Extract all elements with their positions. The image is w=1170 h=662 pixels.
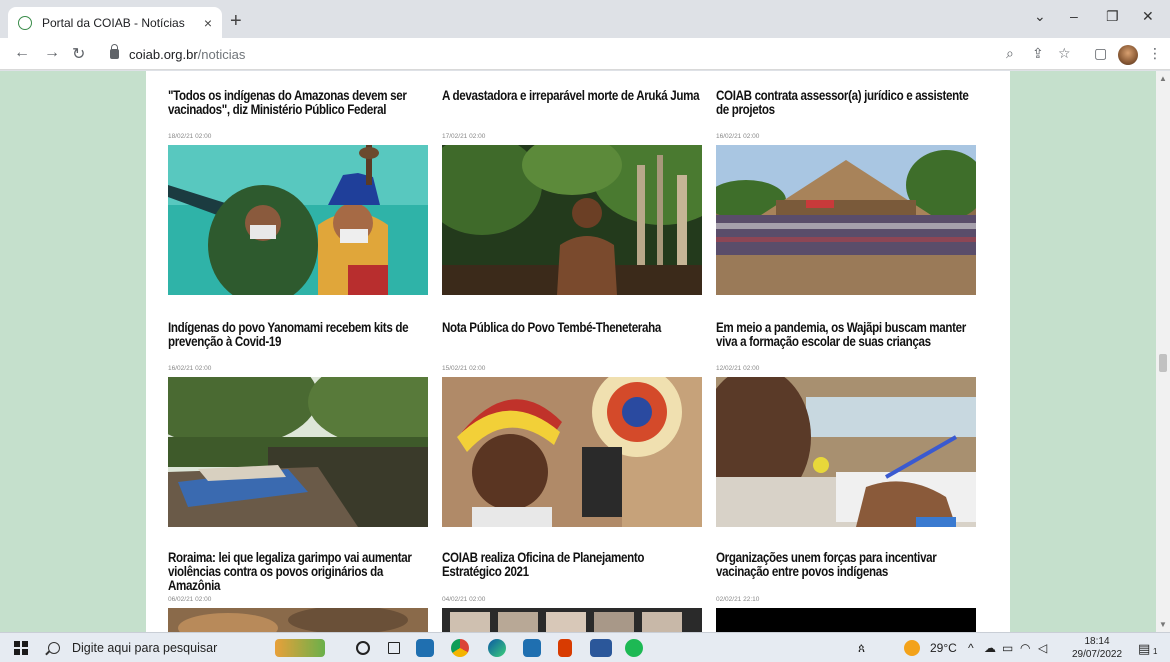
news-image-vaccination[interactable]: [168, 145, 428, 295]
news-title[interactable]: Em meio a pandemia, os Wajãpi buscam man…: [716, 321, 974, 349]
news-title[interactable]: COIAB contrata assessor(a) jurídico e as…: [716, 89, 974, 117]
news-date: 02/02/21 22:10: [716, 596, 760, 603]
tab-title: Portal da COIAB - Notícias: [42, 15, 185, 30]
site-favicon-icon: [18, 15, 32, 30]
tab-coiab[interactable]: Portal da COIAB - Notícias ×: [8, 7, 222, 38]
news-card[interactable]: Indígenas do povo Yanomami recebem kits …: [168, 321, 428, 527]
share-icon[interactable]: ⇪: [1032, 45, 1044, 62]
scroll-up-icon[interactable]: ▲: [1159, 74, 1167, 83]
news-title[interactable]: Roraima: lei que legaliza garimpo vai au…: [168, 551, 426, 593]
notification-count: 1: [1153, 647, 1158, 656]
news-card[interactable]: Nota Pública do Povo Tembé-Theneteraha 1…: [442, 321, 702, 527]
tab-close-icon[interactable]: ×: [204, 15, 212, 31]
edge-icon[interactable]: [488, 639, 506, 657]
news-date: 15/02/21 02:00: [442, 365, 486, 372]
scroll-down-icon[interactable]: ▼: [1159, 620, 1167, 629]
back-icon[interactable]: ←: [14, 44, 30, 62]
new-tab-button[interactable]: +: [230, 10, 242, 33]
news-card[interactable]: "Todos os indígenas do Amazonas devem se…: [168, 89, 428, 295]
show-hidden-icons-icon[interactable]: ^: [968, 641, 974, 655]
news-card[interactable]: COIAB contrata assessor(a) jurídico e as…: [716, 89, 976, 295]
cortana-icon[interactable]: [356, 641, 370, 655]
office-icon[interactable]: [558, 639, 572, 657]
news-card[interactable]: COIAB realiza Oficina de Planejamento Es…: [442, 551, 702, 632]
news-date: 12/02/21 02:00: [716, 365, 760, 372]
news-image-mining[interactable]: [168, 608, 428, 632]
tab-strip: Portal da COIAB - Notícias × + ⌄ – ❐ ✕: [0, 0, 1170, 38]
news-image-tembe-portrait[interactable]: [442, 377, 702, 527]
word-icon[interactable]: [590, 639, 612, 657]
taskbar-clock[interactable]: 18:14 29/07/2022: [1070, 635, 1124, 661]
volume-icon[interactable]: ◁: [1038, 641, 1047, 655]
news-image-forest-man[interactable]: [442, 145, 702, 295]
spotify-icon[interactable]: [625, 639, 643, 657]
cloud-icon[interactable]: ☁: [984, 641, 996, 655]
news-image-black[interactable]: [716, 608, 976, 632]
url-host: coiab.org.br: [129, 46, 198, 62]
news-title[interactable]: COIAB realiza Oficina de Planejamento Es…: [442, 551, 700, 579]
profile-avatar[interactable]: [1118, 45, 1138, 65]
news-card[interactable]: A devastadora e irreparável morte de Aru…: [442, 89, 702, 295]
task-view-icon[interactable]: [388, 642, 400, 654]
news-date: 04/02/21 02:00: [442, 596, 486, 603]
news-title[interactable]: Indígenas do povo Yanomami recebem kits …: [168, 321, 426, 349]
file-explorer-icon[interactable]: [416, 639, 434, 657]
tab-search-icon[interactable]: ⌄: [1034, 8, 1046, 25]
news-title[interactable]: "Todos os indígenas do Amazonas devem se…: [168, 89, 426, 117]
news-card[interactable]: Roraima: lei que legaliza garimpo vai au…: [168, 551, 428, 632]
battery-icon[interactable]: ▭: [1002, 641, 1013, 655]
menu-kebab-icon[interactable]: ⋮: [1148, 45, 1162, 62]
chrome-icon[interactable]: [451, 639, 469, 657]
clock-date: 29/07/2022: [1071, 649, 1123, 660]
notifications-icon[interactable]: ▤: [1138, 641, 1150, 657]
page-viewport: "Todos os indígenas do Amazonas devem se…: [0, 71, 1170, 632]
taskbar-search-placeholder: Digite aqui para pesquisar: [72, 641, 218, 655]
wifi-icon[interactable]: ◠: [1020, 641, 1030, 655]
page-scrollbar[interactable]: ▲ ▼: [1156, 71, 1170, 632]
close-window-icon[interactable]: ✕: [1142, 8, 1154, 25]
side-panel-icon[interactable]: ▢: [1094, 45, 1107, 62]
news-list: "Todos os indígenas do Amazonas devem se…: [146, 71, 1010, 632]
windows-taskbar: Digite aqui para pesquisar ጰ 29°C ^ ☁ ▭ …: [0, 632, 1170, 662]
news-date: 16/02/21 02:00: [716, 133, 760, 140]
news-title[interactable]: Organizações unem forças para incentivar…: [716, 551, 974, 579]
url-path: /noticias: [197, 46, 246, 62]
news-title[interactable]: A devastadora e irreparável morte de Aru…: [442, 89, 700, 103]
minimize-icon[interactable]: –: [1070, 8, 1078, 24]
search-highlight-icon[interactable]: [275, 639, 325, 657]
zoom-icon[interactable]: ⌕: [1006, 45, 1014, 62]
news-title[interactable]: Nota Pública do Povo Tembé-Theneteraha: [442, 321, 700, 335]
forward-icon[interactable]: →: [44, 44, 60, 62]
news-date: 17/02/21 02:00: [442, 133, 486, 140]
news-date: 16/02/21 02:00: [168, 365, 212, 372]
search-icon: [48, 642, 60, 654]
news-image-village-gathering[interactable]: [716, 145, 976, 295]
weather-sun-icon[interactable]: [904, 640, 920, 656]
news-image-school-study[interactable]: [716, 377, 976, 527]
clock-time: 18:14: [1084, 636, 1110, 647]
reload-icon[interactable]: ↻: [72, 44, 85, 64]
news-date: 06/02/21 02:00: [168, 596, 212, 603]
people-icon[interactable]: ጰ: [858, 641, 865, 656]
weather-temp[interactable]: 29°C: [930, 641, 957, 655]
bookmark-star-icon[interactable]: ☆: [1058, 45, 1071, 62]
scrollbar-thumb[interactable]: [1159, 354, 1167, 372]
news-card[interactable]: Em meio a pandemia, os Wajãpi buscam man…: [716, 321, 976, 527]
browser-toolbar: ← → ↻ coiab.org.br/noticias ⌕ ⇪ ☆ ▢ ⋮: [0, 38, 1170, 70]
mail-icon[interactable]: [523, 639, 541, 657]
lock-icon: [110, 44, 119, 59]
address-bar[interactable]: coiab.org.br/noticias: [100, 42, 1030, 66]
news-card[interactable]: Organizações unem forças para incentivar…: [716, 551, 976, 632]
news-image-river-boat[interactable]: [168, 377, 428, 527]
news-image-video-meeting[interactable]: [442, 608, 702, 632]
windows-start-icon[interactable]: [14, 641, 28, 655]
news-date: 18/02/21 02:00: [168, 133, 212, 140]
restore-icon[interactable]: ❐: [1106, 8, 1119, 25]
taskbar-search[interactable]: Digite aqui para pesquisar: [48, 636, 268, 660]
